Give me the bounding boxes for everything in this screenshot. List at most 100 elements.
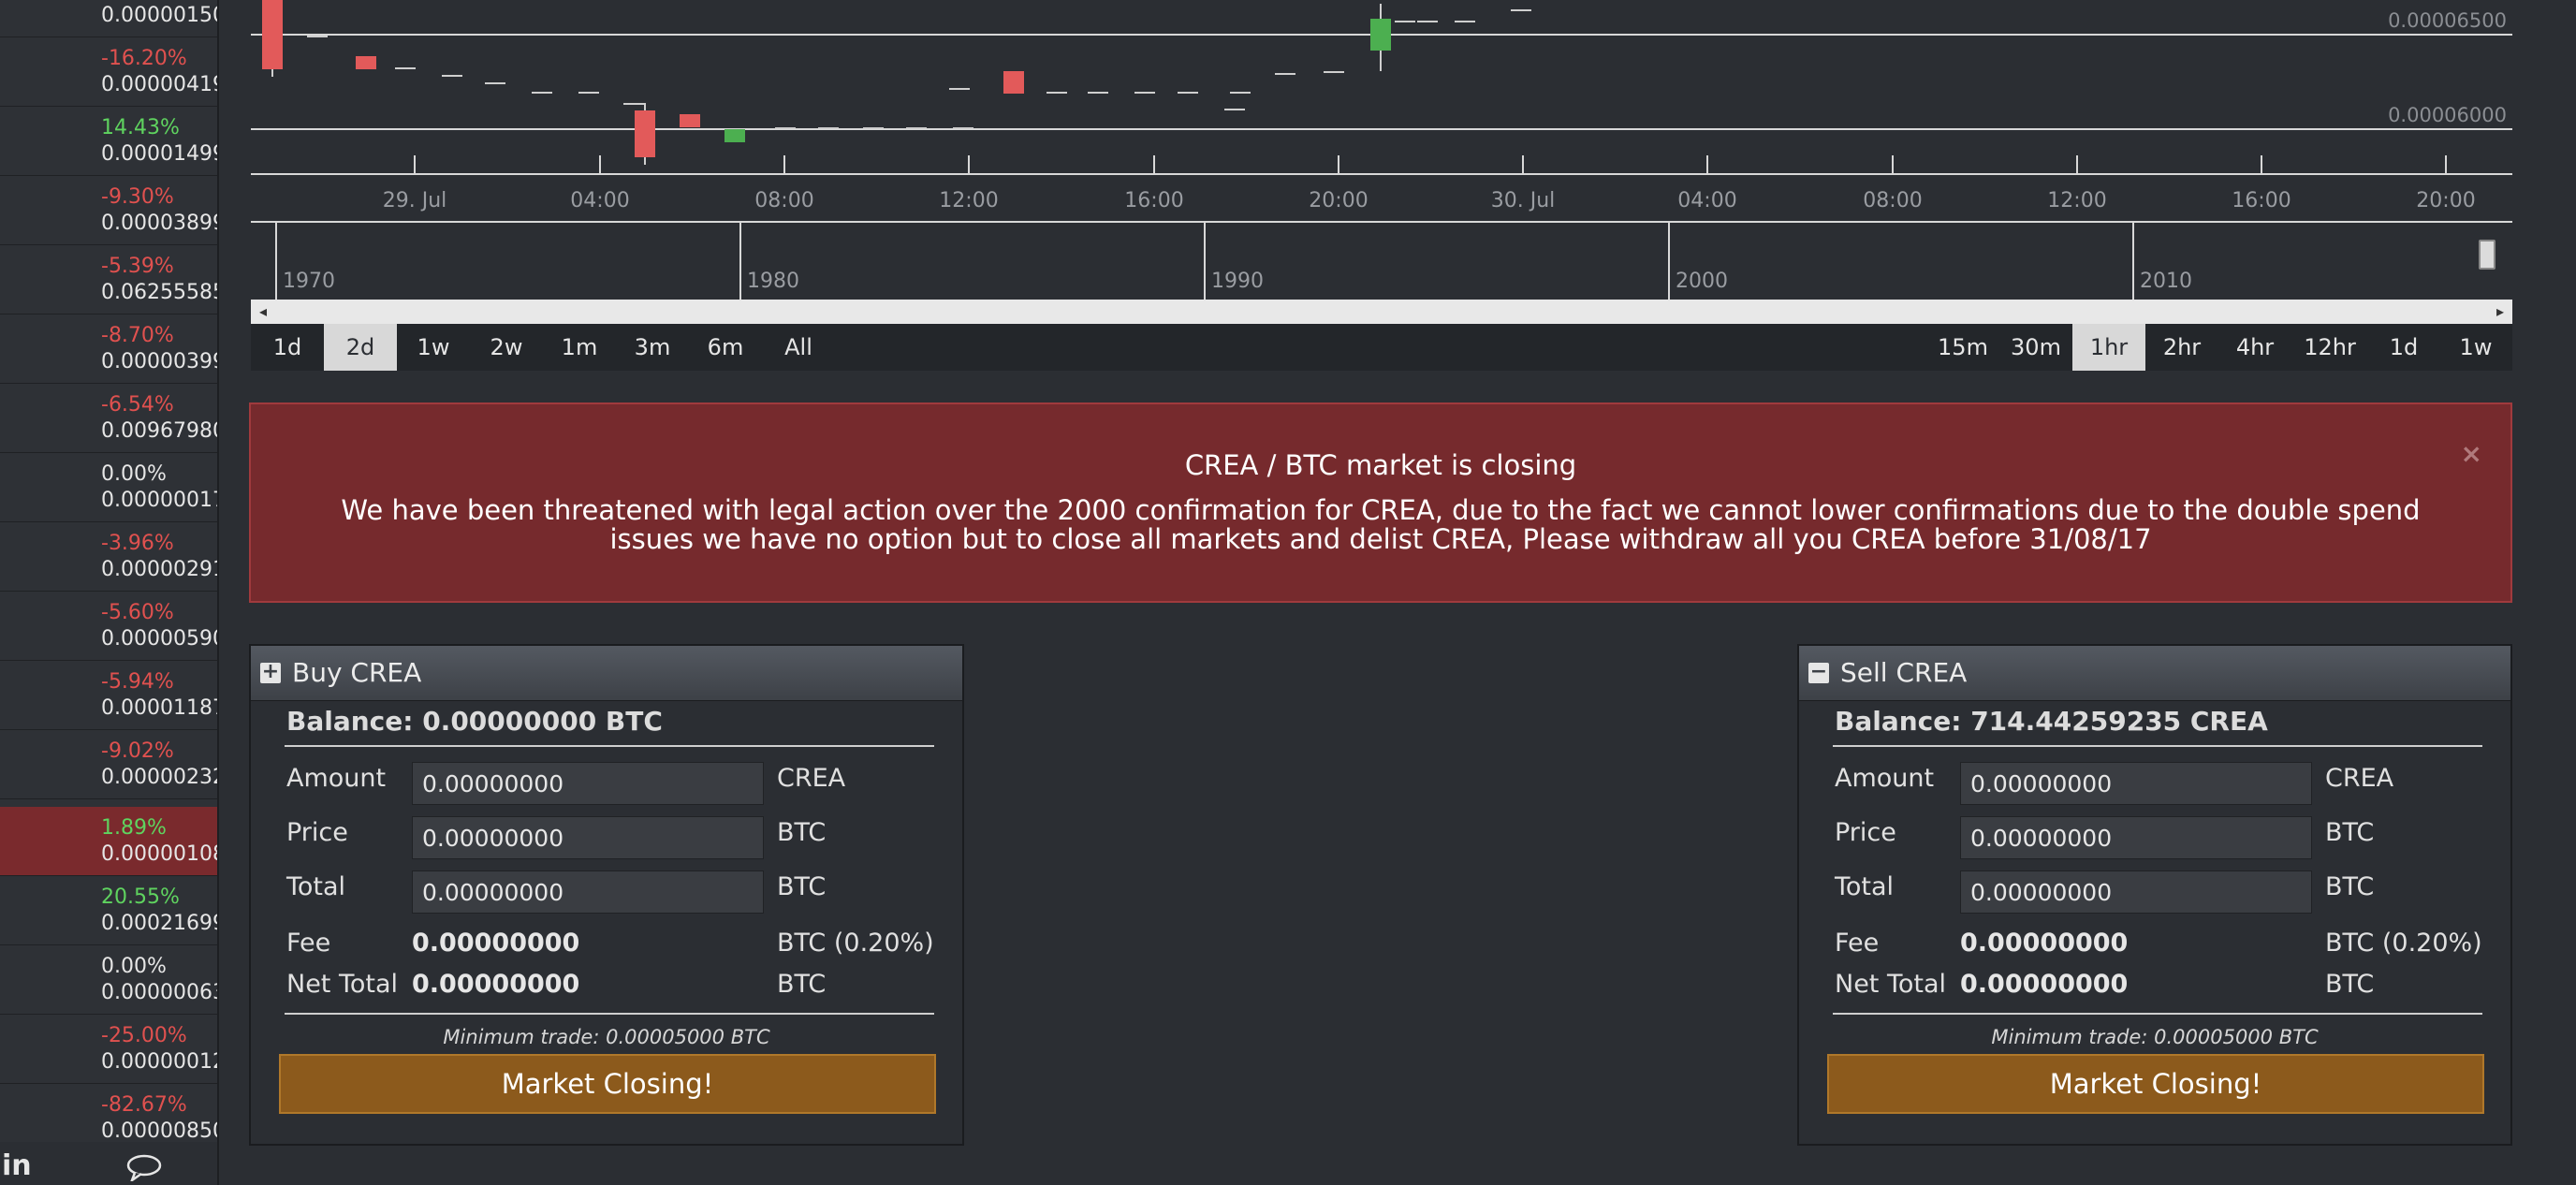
market-price: 0.00001499 xyxy=(101,142,219,166)
candle-flat xyxy=(578,92,599,94)
market-row[interactable]: -5.94% 0.00001187 xyxy=(0,661,217,730)
sell-total-input[interactable] xyxy=(1960,870,2312,914)
market-row[interactable]: 0.00000150 xyxy=(0,0,217,37)
x-tick xyxy=(1706,155,1708,174)
market-row[interactable]: 0.00% 0.00000063 xyxy=(0,945,217,1015)
candle-flat xyxy=(485,82,505,84)
range-button-2w[interactable]: 2w xyxy=(470,324,543,371)
market-price: 0.00000291 xyxy=(101,558,219,581)
price-unit: BTC xyxy=(777,818,827,847)
net-total-label: Net Total xyxy=(1835,970,1947,999)
amount-label: Amount xyxy=(286,764,387,793)
scroll-left-icon[interactable]: ◂ xyxy=(251,300,275,324)
market-row[interactable]: 0.00% 0.00000017 xyxy=(0,453,217,522)
market-row[interactable]: -9.30% 0.00003899 xyxy=(0,176,217,245)
sell-amount-input[interactable] xyxy=(1960,762,2312,805)
market-row[interactable]: -9.02% 0.00000232 xyxy=(0,730,217,799)
range-button-1w[interactable]: 1w xyxy=(397,324,470,371)
interval-button-1hr[interactable]: 1hr xyxy=(2072,324,2145,371)
market-row[interactable]: -5.39% 0.06255585 xyxy=(0,245,217,315)
market-row[interactable]: 20.55% 0.00021699 xyxy=(0,876,217,945)
minimum-trade-note: Minimum trade: 0.00005000 BTC xyxy=(443,1026,770,1048)
minimum-trade-note: Minimum trade: 0.00005000 BTC xyxy=(1991,1026,2319,1048)
interval-button-4hr[interactable]: 4hr xyxy=(2218,324,2291,371)
market-row[interactable]: -3.96% 0.00000291 xyxy=(0,522,217,592)
divider xyxy=(285,745,934,747)
minus-icon[interactable]: − xyxy=(1808,662,1829,683)
interval-button-15m[interactable]: 15m xyxy=(1926,324,1999,371)
sidebar-footer: in xyxy=(0,1142,217,1185)
market-row[interactable]: -25.00% 0.00000012 xyxy=(0,1015,217,1084)
net-total-unit: BTC xyxy=(2325,970,2375,999)
market-row[interactable]: -5.60% 0.00000590 xyxy=(0,592,217,661)
market-price: 0.00967980 xyxy=(101,419,219,443)
navigator-label: 1990 xyxy=(1211,270,1264,293)
market-row-active[interactable]: 1.89% 0.00000108 xyxy=(0,807,217,876)
market-row[interactable]: -16.20% 0.00000419 xyxy=(0,37,217,107)
buy-amount-input[interactable] xyxy=(412,762,764,805)
price-chart[interactable]: 0.00006500 0.00006000 29. Jul 04:00 08:0… xyxy=(251,0,2512,371)
interval-button-1d[interactable]: 1d xyxy=(2368,324,2439,371)
chart-navigator[interactable]: 1970 1980 1990 2000 2010 xyxy=(251,221,2512,301)
plus-icon[interactable]: + xyxy=(260,662,281,683)
price-label: Price xyxy=(1835,818,1896,847)
x-tick xyxy=(599,155,601,174)
range-button-2d[interactable]: 2d xyxy=(324,324,397,371)
buy-total-input[interactable] xyxy=(412,870,764,914)
market-change: 0.00% xyxy=(101,462,167,486)
amount-label: Amount xyxy=(1835,764,1935,793)
scroll-right-icon[interactable]: ▸ xyxy=(2488,300,2512,324)
chat-bubble-icon[interactable] xyxy=(125,1153,163,1185)
market-price: 0.00000399 xyxy=(101,350,219,373)
x-axis-label: 20:00 xyxy=(2416,189,2476,212)
range-button-1d[interactable]: 1d xyxy=(251,324,324,371)
candle-flat xyxy=(1178,92,1198,94)
market-row[interactable]: -6.54% 0.00967980 xyxy=(0,384,217,453)
total-unit: BTC xyxy=(2325,872,2375,901)
navigator-label: 2010 xyxy=(2140,270,2192,293)
market-row[interactable]: -8.70% 0.00000399 xyxy=(0,315,217,384)
total-unit: BTC xyxy=(777,872,827,901)
market-change: 0.00% xyxy=(101,955,167,978)
x-axis-line xyxy=(251,173,2512,175)
market-closing-alert: CREA / BTC market is closing We have bee… xyxy=(249,402,2512,603)
sell-price-input[interactable] xyxy=(1960,816,2312,859)
market-change: -16.20% xyxy=(101,47,187,70)
interval-button-12hr[interactable]: 12hr xyxy=(2291,324,2368,371)
gridline xyxy=(251,128,2512,130)
close-icon[interactable]: × xyxy=(2461,438,2482,469)
chart-scrollbar[interactable]: ◂ ▸ xyxy=(251,300,2512,324)
candle-flat xyxy=(818,127,839,129)
x-tick xyxy=(2261,155,2262,174)
range-button-all[interactable]: All xyxy=(762,324,835,371)
x-axis-label: 04:00 xyxy=(1677,189,1737,212)
buy-price-input[interactable] xyxy=(412,816,764,859)
interval-button-2hr[interactable]: 2hr xyxy=(2145,324,2218,371)
x-axis-label: 29. Jul xyxy=(382,189,447,212)
candle-down xyxy=(1003,71,1024,94)
navigator-tick xyxy=(2132,223,2134,301)
x-tick xyxy=(1338,155,1339,174)
market-change: -5.39% xyxy=(101,255,174,278)
fee-unit: BTC (0.20%) xyxy=(2325,929,2482,958)
sell-market-closing-button[interactable]: Market Closing! xyxy=(1827,1054,2484,1114)
market-change: -25.00% xyxy=(101,1024,187,1047)
buy-market-closing-button[interactable]: Market Closing! xyxy=(279,1054,936,1114)
net-total-value: 0.00000000 xyxy=(1960,970,2129,999)
linkedin-icon[interactable]: in xyxy=(2,1149,32,1182)
interval-button-1w[interactable]: 1w xyxy=(2439,324,2512,371)
navigator-handle[interactable] xyxy=(2479,240,2496,270)
fee-unit: BTC (0.20%) xyxy=(777,929,934,958)
market-change: -5.60% xyxy=(101,601,174,624)
market-price: 0.00000063 xyxy=(101,981,219,1004)
candle-flat xyxy=(863,127,884,129)
interval-button-30m[interactable]: 30m xyxy=(1999,324,2072,371)
candle-flat xyxy=(1511,9,1531,11)
range-button-1m[interactable]: 1m xyxy=(543,324,616,371)
market-row[interactable]: 14.43% 0.00001499 xyxy=(0,107,217,176)
market-change: 14.43% xyxy=(101,116,180,139)
market-change: -82.67% xyxy=(101,1093,187,1117)
range-button-3m[interactable]: 3m xyxy=(616,324,689,371)
range-button-6m[interactable]: 6m xyxy=(689,324,762,371)
market-change: -9.30% xyxy=(101,185,174,209)
